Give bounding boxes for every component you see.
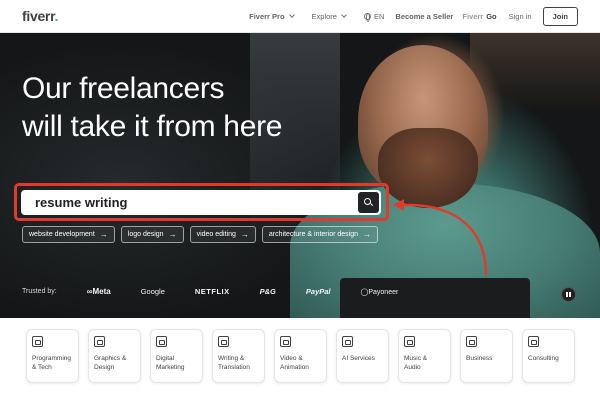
category-label: Programming & Tech [32,355,72,371]
pause-icon-bar [566,292,568,297]
arrow-right-icon: → [363,230,371,239]
arrow-right-icon: → [99,230,108,239]
category-video-animation[interactable]: Video & Animation [274,329,327,383]
logo-text: fiverr [22,8,55,24]
nav-fiverr-go[interactable]: Fiverr Go [462,12,496,21]
category-ai-services[interactable]: AI Services [336,329,389,383]
category-programming-tech[interactable]: Programming & Tech [26,329,79,383]
monitor-icon [32,336,43,347]
category-music-audio[interactable]: Music & Audio [398,329,451,383]
chip-label: video editing [196,231,236,238]
meta-logo: ∞Meta [86,287,111,296]
nav-sign-in[interactable]: Sign in [509,12,532,21]
chip-logo-design[interactable]: logo design → [120,226,184,243]
paypal-logo: PayPal [305,287,331,296]
search-input[interactable] [21,190,351,215]
category-digital-marketing[interactable]: Digital Marketing [150,329,203,383]
video-icon [280,336,291,347]
chip-label: architecture & interior design [268,231,358,238]
popular-searches: website development → logo design → vide… [22,226,378,243]
trusted-by-label: Trusted by: [22,288,57,295]
hero-headline-line-2: will take it from here [22,110,283,143]
category-consulting[interactable]: Consulting [522,329,575,383]
join-button-label: Join [552,12,568,21]
business-icon [466,336,477,347]
google-logo: Google [140,287,165,296]
chip-website-development[interactable]: website development → [22,226,115,243]
annotation-arrow-curve [400,203,488,277]
category-label: Writing & Translation [218,355,250,371]
nav-fiverr-pro[interactable]: Fiverr Pro [249,12,295,21]
nav-explore-label: Explore [311,12,337,21]
consulting-icon [528,336,539,347]
category-label: Digital Marketing [156,355,185,371]
nav-become-seller[interactable]: Become a Seller [395,12,453,21]
join-button[interactable]: Join [542,7,578,26]
arrow-right-icon: → [240,230,249,239]
hero-laptop [340,278,530,318]
category-label: Music & Audio [404,355,428,371]
chevron-down-icon [288,12,295,18]
logo-dot: . [54,8,59,24]
netflix-logo: NETFLIX [194,287,230,296]
search-bar [21,190,381,215]
category-writing-translation[interactable]: Writing & Translation [212,329,265,383]
nav-fiverr-go-prefix: Fiverr [462,12,484,21]
chevron-down-icon [341,12,347,18]
nav-language[interactable]: EN [363,12,385,22]
nav-explore[interactable]: Explore [311,12,347,21]
chip-label: logo design [127,231,164,238]
nav-language-label: EN [373,12,385,21]
nav-links: Fiverr Pro Explore EN Become a Seller Fi… [249,0,578,33]
marketing-icon [156,336,167,347]
search-icon [364,198,373,207]
category-business[interactable]: Business [460,329,513,383]
arrow-right-icon: → [168,230,177,239]
top-navigation-bar: fiverr. Fiverr Pro Explore EN Become a S… [0,0,600,33]
chip-video-editing[interactable]: video editing → [189,226,256,243]
annotation-arrow-head [393,199,404,211]
globe-icon [363,13,371,22]
pg-logo: P&G [259,287,276,296]
nav-sign-in-label: Sign in [508,12,532,21]
search-button[interactable] [358,192,379,213]
hero-headline: Our freelancers will take it from here [22,70,282,146]
category-graphics-design[interactable]: Graphics & Design [88,329,141,383]
nav-fiverr-pro-label: Fiverr Pro [249,12,285,21]
category-cards: Programming & Tech Graphics & Design Dig… [26,329,575,383]
music-icon [404,336,415,347]
hero-background-shelf [470,33,600,113]
chip-architecture-interior-design[interactable]: architecture & interior design → [261,226,378,243]
chip-label: website development [29,231,95,238]
category-label: Video & Animation [280,355,309,371]
fiverr-logo[interactable]: fiverr. [22,8,58,24]
palette-icon [94,336,105,347]
nav-fiverr-go-suffix: Go [486,12,497,21]
annotation-arrow [393,199,488,277]
translate-icon [218,336,229,347]
nav-become-seller-label: Become a Seller [395,12,454,21]
category-label: AI Services [342,355,375,362]
pause-icon-bar [569,292,571,297]
payoneer-logo: ◯Payoneer [360,288,399,296]
category-label: Business [466,355,493,362]
category-label: Graphics & Design [94,355,127,371]
pause-button[interactable] [561,287,576,302]
trusted-by-row: Trusted by: ∞Meta Google NETFLIX P&G Pay… [22,287,428,296]
hero-headline-line-1: Our freelancers [22,72,225,105]
ai-icon [342,336,353,347]
category-label: Consulting [528,355,559,362]
